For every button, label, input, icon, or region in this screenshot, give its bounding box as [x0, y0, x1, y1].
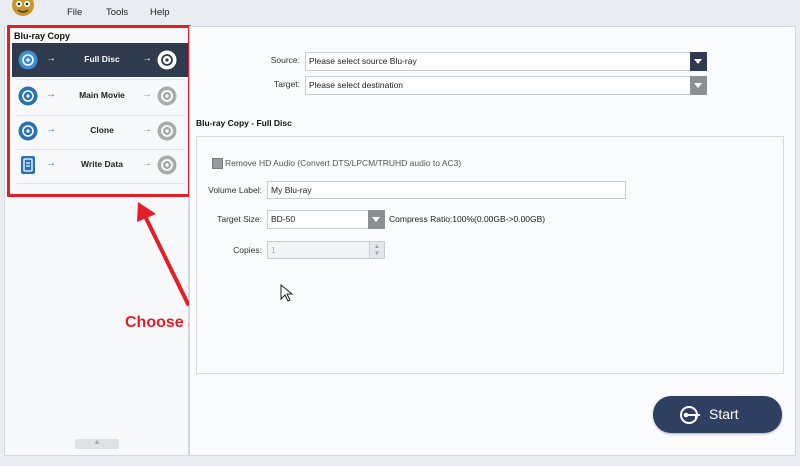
menu-bar: File Tools Help: [0, 0, 800, 22]
chevron-down-icon: [694, 59, 702, 64]
app-logo-icon: [12, 0, 34, 16]
volume-label-value: My Blu-ray: [271, 185, 312, 195]
target-dropdown-button[interactable]: [690, 76, 707, 95]
compress-ratio: Compress Ratio:100%(0.00GB->0.00GB): [389, 214, 546, 224]
key-icon: [680, 406, 700, 424]
copies-input[interactable]: 1 ▲ ▼: [267, 241, 385, 259]
target-size-label: Target Size:: [217, 214, 262, 224]
chevron-down-icon: ▼: [374, 251, 380, 257]
start-button[interactable]: Start: [653, 396, 782, 433]
target-size-value: BD-50: [271, 214, 296, 224]
source-select[interactable]: Please select source Blu-ray: [305, 52, 707, 71]
remove-hd-audio-checkbox[interactable]: [212, 158, 223, 169]
chevron-down-icon: [372, 217, 380, 222]
copies-stepper[interactable]: ▲ ▼: [369, 242, 384, 258]
volume-label-label: Volume Label:: [208, 185, 262, 195]
target-value: Please select destination: [309, 80, 404, 90]
chevron-down-icon: [694, 83, 702, 88]
copies-label: Copies:: [233, 245, 262, 255]
source-value: Please select source Blu-ray: [309, 56, 417, 66]
target-label: Target:: [274, 79, 300, 89]
menu-help[interactable]: Help: [150, 7, 170, 18]
section-title: Blu-ray Copy - Full Disc: [196, 118, 292, 128]
source-label: Source:: [270, 55, 300, 65]
target-size-select[interactable]: BD-50: [267, 210, 385, 229]
menu-tools[interactable]: Tools: [106, 7, 128, 18]
chevron-up-icon: ▲: [374, 244, 380, 250]
copies-value: 1: [271, 245, 276, 255]
chevron-up-icon: ▲: [93, 437, 101, 446]
target-size-dropdown-button[interactable]: [368, 210, 385, 229]
remove-hd-audio-label: Remove HD Audio (Convert DTS/LPCM/TRUHD …: [225, 158, 462, 168]
mouse-cursor-icon: [280, 284, 294, 302]
source-dropdown-button[interactable]: [690, 52, 707, 71]
annotation-highlight-box: [7, 25, 191, 197]
menu-file[interactable]: File: [67, 7, 82, 18]
start-button-label: Start: [709, 406, 739, 422]
target-select[interactable]: Please select destination: [305, 76, 707, 95]
scroll-up-button[interactable]: ▲: [75, 437, 119, 449]
volume-label-input[interactable]: My Blu-ray: [267, 181, 626, 199]
